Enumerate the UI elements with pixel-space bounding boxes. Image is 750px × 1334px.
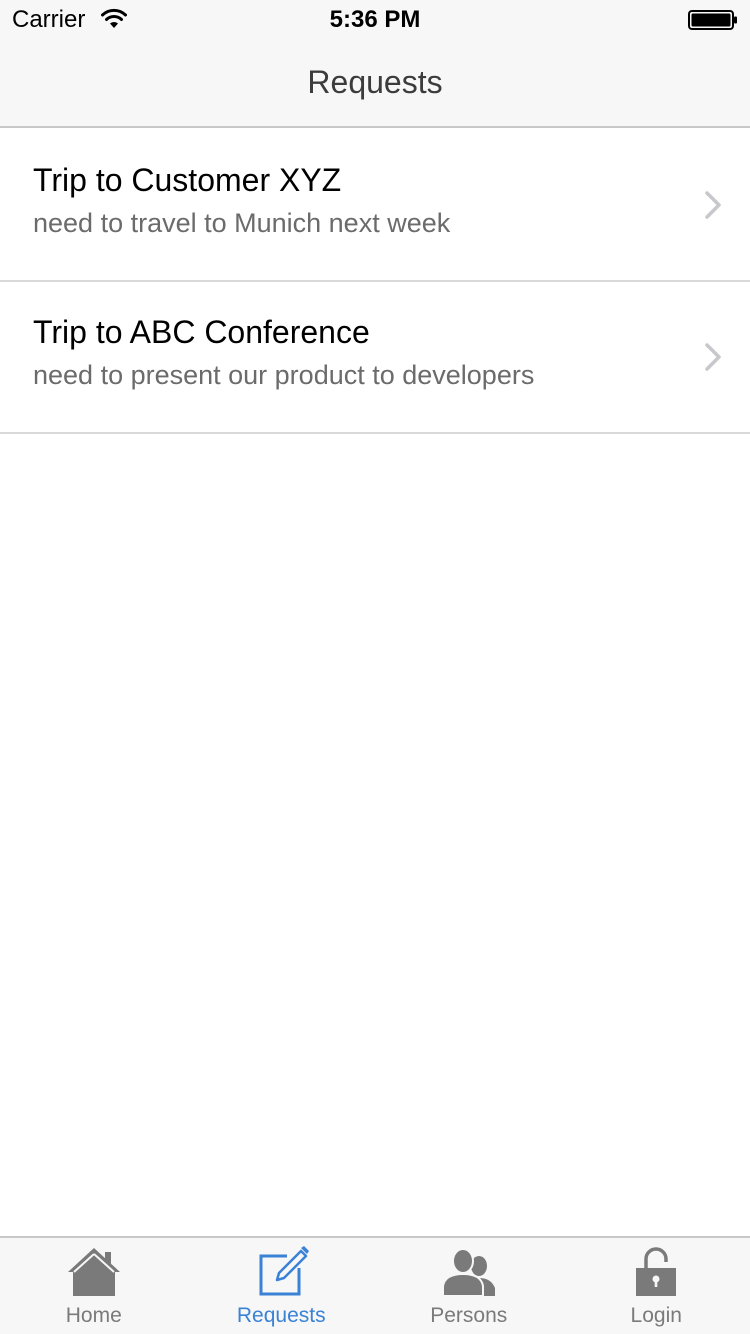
screen: Carrier 5:36 PM Requests Trip to Custome…	[0, 0, 750, 1334]
chevron-right-icon	[705, 343, 721, 371]
status-bar: Carrier 5:36 PM	[0, 0, 750, 40]
tab-requests[interactable]: Requests	[188, 1238, 376, 1334]
compose-icon	[259, 1246, 310, 1296]
tab-bar: Home Requests Persons Login	[0, 1236, 750, 1334]
list-item[interactable]: Trip to Customer XYZ need to travel to M…	[0, 130, 750, 282]
tab-login[interactable]: Login	[563, 1238, 750, 1334]
requests-list: Trip to Customer XYZ need to travel to M…	[0, 130, 750, 434]
tab-home[interactable]: Home	[0, 1238, 188, 1334]
list-item[interactable]: Trip to ABC Conference need to present o…	[0, 282, 750, 434]
page-title: Requests	[307, 64, 443, 100]
request-subtitle: need to present our product to developer…	[33, 360, 535, 390]
battery-icon	[688, 10, 737, 30]
tab-label: Requests	[236, 1304, 326, 1327]
tab-label: Login	[630, 1304, 682, 1327]
tab-label: Persons	[430, 1304, 508, 1327]
request-title: Trip to ABC Conference	[33, 314, 370, 350]
home-icon	[67, 1248, 120, 1296]
tab-label: Home	[65, 1304, 122, 1327]
chevron-right-icon	[705, 191, 721, 219]
navigation-bar: Requests	[0, 40, 750, 128]
status-time: 5:36 PM	[329, 6, 421, 33]
tab-persons[interactable]: Persons	[375, 1238, 563, 1334]
request-title: Trip to Customer XYZ	[33, 162, 342, 198]
lock-icon	[636, 1247, 677, 1296]
persons-icon	[441, 1248, 495, 1297]
request-subtitle: need to travel to Munich next week	[33, 208, 451, 238]
